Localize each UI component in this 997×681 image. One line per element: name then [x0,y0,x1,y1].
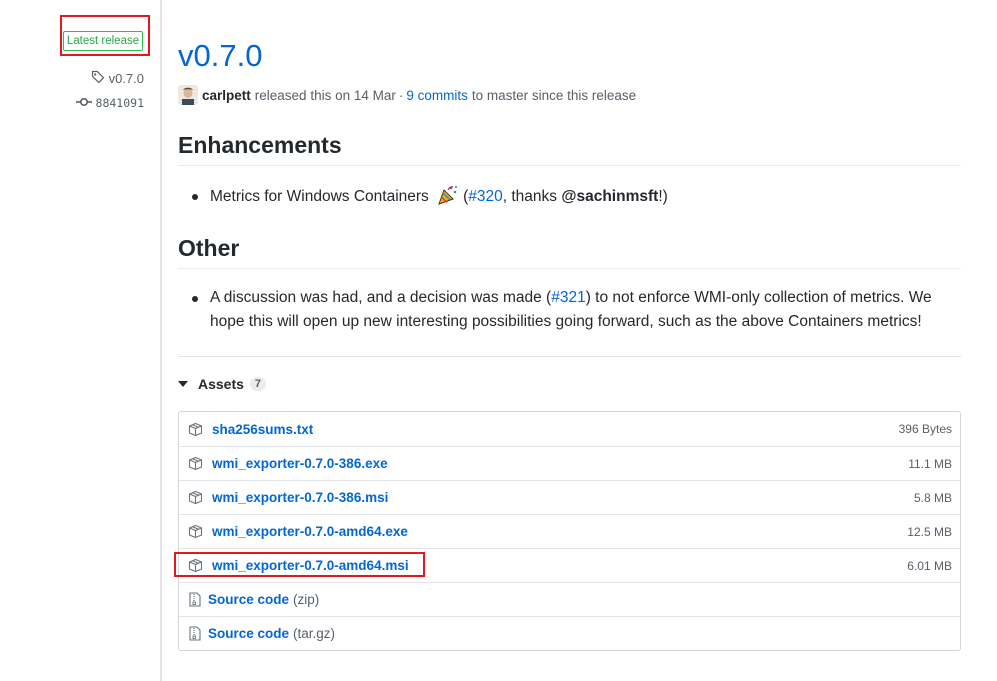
source-code-link[interactable]: Source code (zip) [208,592,319,607]
asset-link[interactable]: wmi_exporter-0.7.0-386.exe [212,456,388,471]
heading-rule [178,268,961,269]
tag-label: v0.7.0 [108,71,144,86]
caret-down-icon [178,381,188,387]
list-item: A discussion was had, and a decision was… [178,286,961,334]
commits-suffix: to master since this release [471,87,637,103]
user-mention-link[interactable]: @sachinmsft [561,188,658,205]
other-list: A discussion was had, and a decision was… [178,286,961,334]
git-commit-icon [75,96,92,110]
release-title-link[interactable]: v0.7.0 [178,38,262,73]
byline-separator: · [398,87,404,103]
release-title[interactable]: v0.7.0 [178,36,262,76]
asset-size: 11.1 MB [908,456,952,471]
package-icon [187,524,203,540]
highlight-box-amd64-msi [174,552,425,577]
release-meta-sidebar: Latest release v0.7.0 8841091 [0,0,160,681]
assets-count-badge: 7 [249,377,267,391]
highlight-box-latest-release [60,15,150,56]
sidebar-divider [160,0,162,681]
assets-label: Assets [198,376,244,392]
file-zip-icon [187,592,203,608]
package-icon [187,421,203,437]
issue-link-321[interactable]: #321 [551,289,585,306]
source-format-suffix: (tar.gz) [293,626,336,641]
heading-enhancements: Enhancements [178,132,342,158]
heading-other: Other [178,235,240,261]
asset-size: 6.01 MB [907,558,952,573]
enhancements-list: Metrics for Windows Containers (#320, th… [178,184,961,209]
commit-sha: 8841091 [95,96,144,110]
assets-list: sha256sums.txt 396 Bytes wmi_exporter-0.… [178,411,961,651]
file-zip-icon [187,626,203,642]
source-format-suffix: (zip) [293,592,320,607]
asset-row[interactable]: wmi_exporter-0.7.0-386.exe 11.1 MB [179,446,960,480]
party-popper-emoji [437,184,459,206]
package-icon [187,490,203,506]
source-code-label: Source code [208,592,290,607]
list-item: Metrics for Windows Containers (#320, th… [178,184,961,209]
asset-row[interactable]: sha256sums.txt 396 Bytes [179,412,960,446]
paren-close: !) [658,188,668,205]
asset-link[interactable]: sha256sums.txt [212,422,313,437]
released-text: released this on 14 Mar [254,87,396,103]
other-text-pre: A discussion was had, and a decision was… [210,289,552,306]
assets-toggle[interactable]: Assets 7 [178,376,267,392]
release-byline: carlpett released this on 14 Mar · 9 com… [178,84,636,106]
tag-link[interactable]: v0.7.0 [0,70,144,87]
asset-size: 396 Bytes [898,422,952,436]
asset-row[interactable]: wmi_exporter-0.7.0-amd64.exe 12.5 MB [179,514,960,548]
commits-link[interactable]: 9 commits [406,88,468,103]
source-code-link[interactable]: Source code (tar.gz) [208,626,335,641]
author-link[interactable]: carlpett [202,88,251,103]
asset-row[interactable]: wmi_exporter-0.7.0-386.msi 5.8 MB [179,480,960,514]
source-code-label: Source code [208,626,290,641]
asset-row-source-targz[interactable]: Source code (tar.gz) [179,616,960,650]
package-icon [187,456,203,472]
thanks-text: , thanks [502,188,558,205]
asset-link[interactable]: wmi_exporter-0.7.0-386.msi [212,490,388,505]
asset-size: 12.5 MB [907,524,952,539]
asset-row-source-zip[interactable]: Source code (zip) [179,582,960,616]
heading-rule [178,165,961,166]
avatar[interactable] [178,85,198,105]
commit-link[interactable]: 8841091 [0,96,144,110]
tag-icon [91,70,105,87]
asset-size: 5.8 MB [913,490,952,505]
issue-link-320[interactable]: #320 [468,188,502,205]
enhancement-text: Metrics for Windows Containers [210,188,429,205]
assets-divider [178,356,961,357]
asset-link[interactable]: wmi_exporter-0.7.0-amd64.exe [212,524,408,539]
